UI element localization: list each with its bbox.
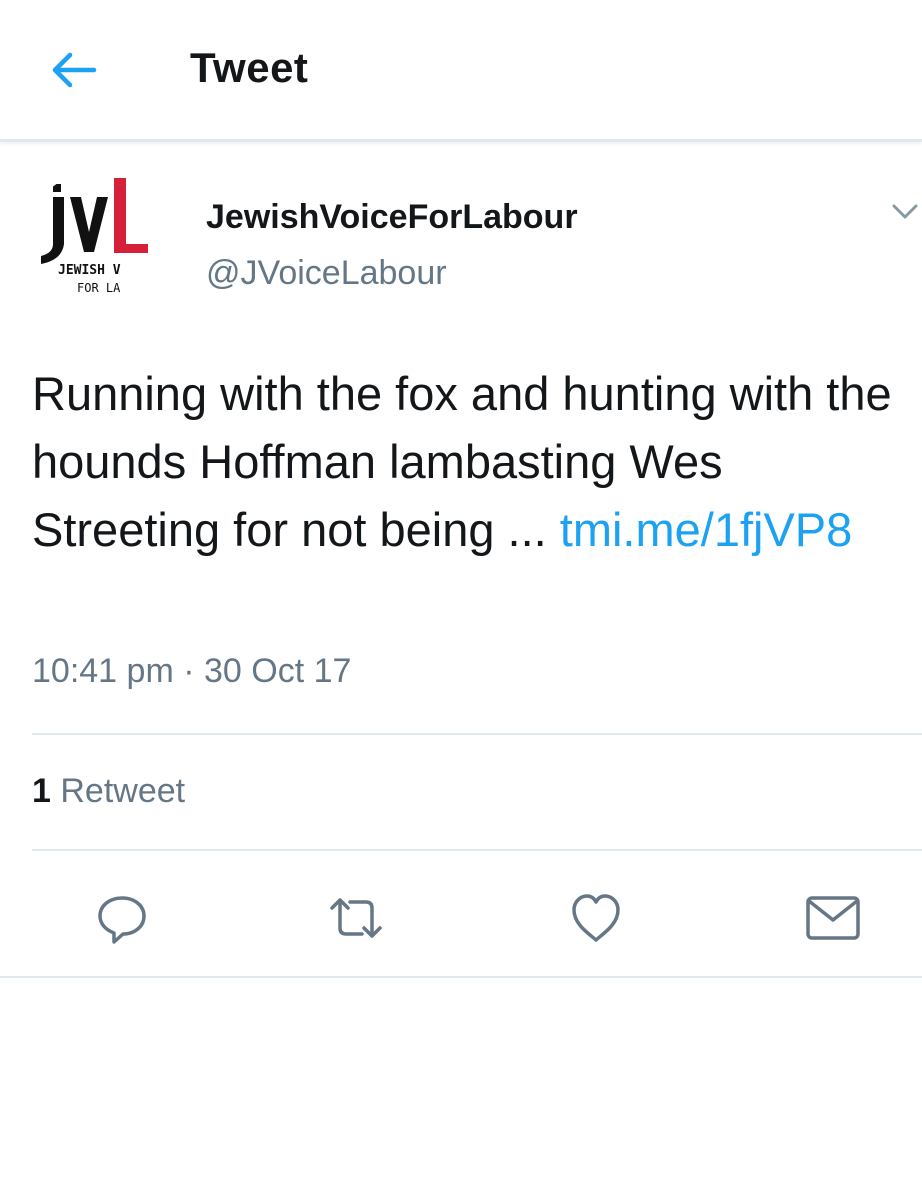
tweet-timestamp: 10:41 pm · 30 Oct 17 — [32, 652, 351, 691]
retweet-label: Retweet — [60, 772, 186, 810]
chevron-down-icon[interactable] — [888, 200, 922, 224]
tweet-time: 10:41 pm — [32, 652, 174, 690]
like-icon[interactable] — [566, 888, 626, 948]
back-arrow-icon[interactable] — [48, 50, 98, 90]
jvl-logo-icon: JEWISH V FOR LA — [41, 178, 148, 295]
divider — [32, 733, 922, 735]
tweet-link[interactable]: tmi.me/1fjVP8 — [560, 503, 853, 556]
retweet-count: 1 — [32, 772, 51, 810]
tweet-body: Running with the fox and hunting with th… — [32, 360, 902, 564]
retweet-stats[interactable]: 1 Retweet — [32, 772, 185, 811]
avatar[interactable]: JEWISH V FOR LA — [25, 170, 175, 320]
direct-message-icon[interactable] — [802, 888, 862, 948]
divider — [32, 849, 922, 851]
divider — [0, 976, 922, 978]
top-bar: Tweet — [0, 0, 922, 142]
logo-line2: FOR LA — [77, 281, 121, 295]
logo-line1: JEWISH V — [58, 263, 121, 278]
user-handle[interactable]: @JVoiceLabour — [206, 254, 447, 293]
page-title: Tweet — [190, 44, 309, 91]
display-name[interactable]: JewishVoiceForLabour — [206, 198, 578, 237]
reply-icon[interactable] — [92, 888, 152, 948]
tweet-date: 30 Oct 17 — [204, 652, 352, 690]
timestamp-separator: · — [183, 652, 195, 690]
retweet-icon[interactable] — [326, 888, 386, 948]
